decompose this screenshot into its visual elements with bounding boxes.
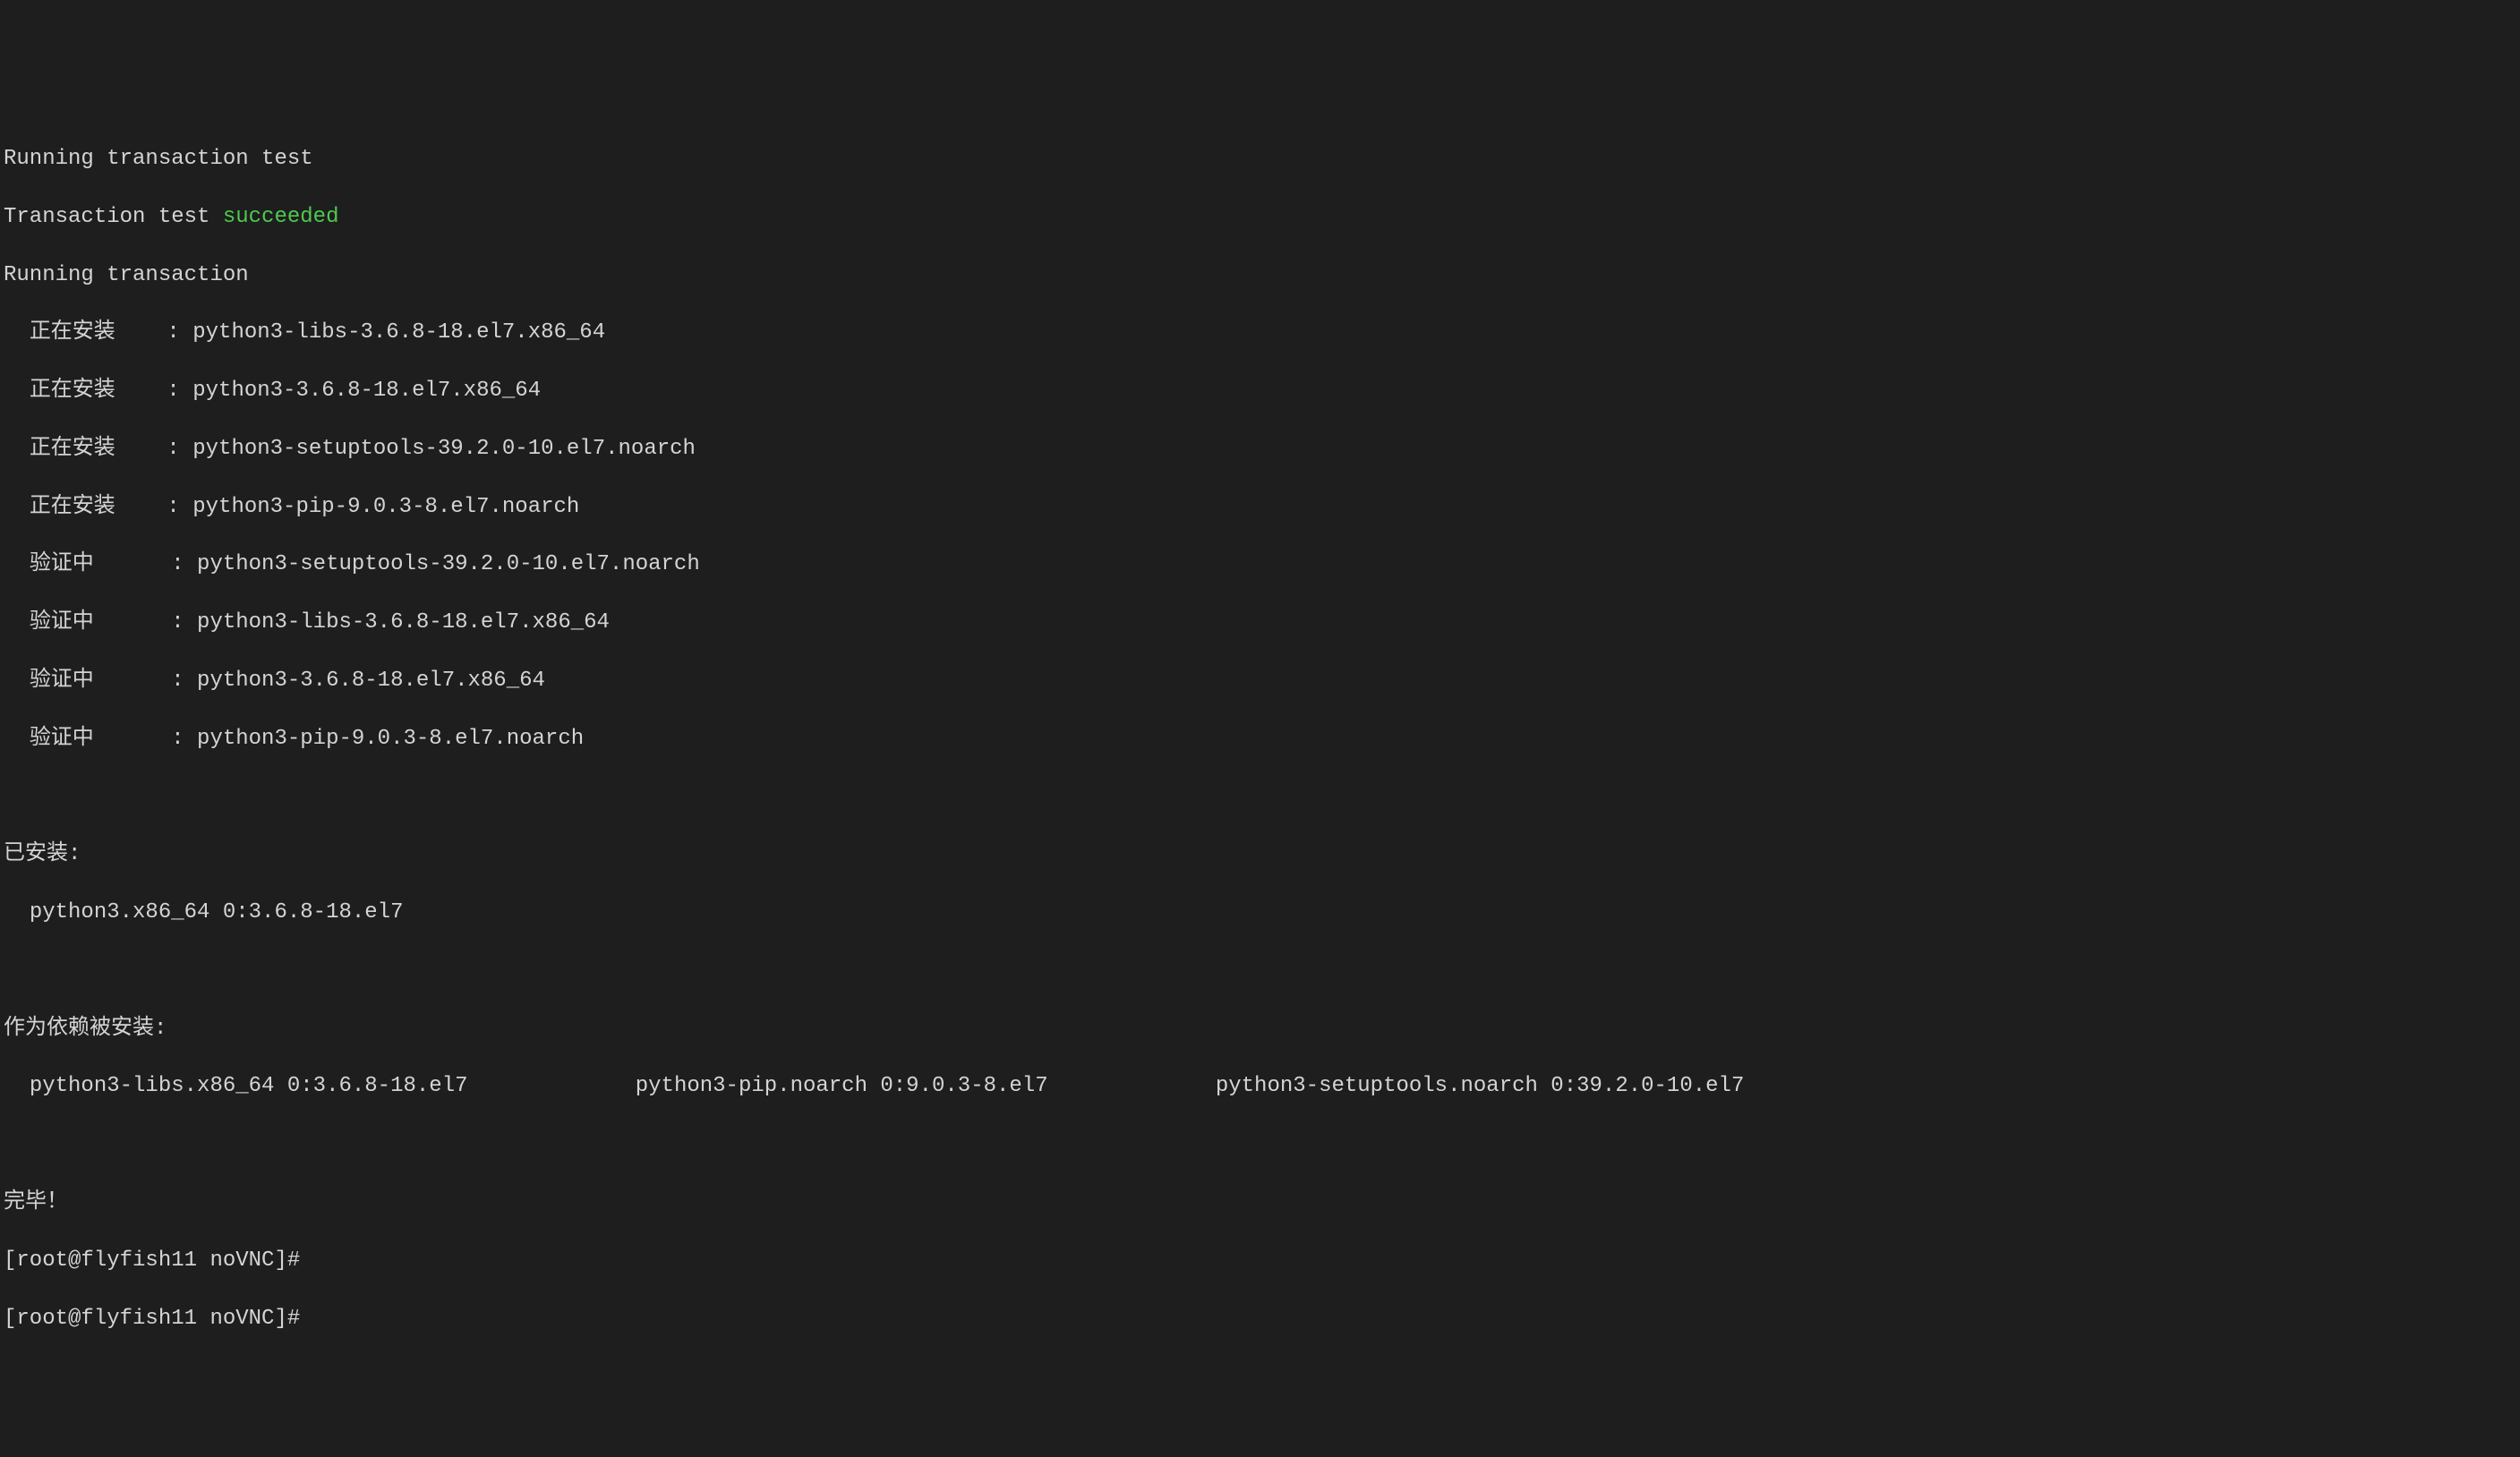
output-line: Transaction test succeeded xyxy=(4,203,2516,232)
package-name: python3-3.6.8-18.el7.x86_64 xyxy=(197,669,545,693)
package-name: python3-setuptools-39.2.0-10.el7.noarch xyxy=(192,437,696,461)
blank-line xyxy=(4,783,2516,812)
package-name: python3-libs.x86_64 0:3.6.8-18.el7 xyxy=(30,1074,468,1098)
action-label: 验证中 xyxy=(30,610,94,635)
action-label: 正在安装 xyxy=(30,320,115,345)
verify-line: 验证中 : python3-pip-9.0.3-8.el7.noarch xyxy=(4,725,2516,754)
action-label: 正在安装 xyxy=(30,379,115,403)
package-name: python3-pip-9.0.3-8.el7.noarch xyxy=(192,495,579,519)
installed-package: python3.x86_64 0:3.6.8-18.el7 xyxy=(4,899,2516,927)
shell-prompt[interactable]: [root@flyfish11 noVNC]# xyxy=(4,1247,2516,1275)
colon: : xyxy=(171,727,197,751)
package-name: python3-libs-3.6.8-18.el7.x86_64 xyxy=(192,320,605,345)
shell-prompt[interactable]: [root@flyfish11 noVNC]# xyxy=(4,1305,2516,1333)
installed-header: 已安装: xyxy=(4,840,2516,869)
install-line: 正在安装 : python3-pip-9.0.3-8.el7.noarch xyxy=(4,493,2516,522)
blank-line xyxy=(4,957,2516,985)
prompt-text: [root@flyfish11 noVNC]# xyxy=(4,1248,300,1273)
verify-line: 验证中 : python3-setuptools-39.2.0-10.el7.n… xyxy=(4,550,2516,579)
colon: : xyxy=(167,379,192,403)
action-label: 正在安装 xyxy=(30,437,115,461)
package-name: python3-pip-9.0.3-8.el7.noarch xyxy=(197,727,584,751)
action-label: 验证中 xyxy=(30,727,94,751)
install-line: 正在安装 : python3-libs-3.6.8-18.el7.x86_64 xyxy=(4,319,2516,347)
install-line: 正在安装 : python3-setuptools-39.2.0-10.el7.… xyxy=(4,435,2516,464)
action-label: 验证中 xyxy=(30,669,94,693)
status-succeeded: succeeded xyxy=(223,205,339,229)
output-line: Running transaction test xyxy=(4,145,2516,174)
colon: : xyxy=(171,610,197,635)
output-line: Running transaction xyxy=(4,261,2516,290)
package-name: python3-setuptools.noarch 0:39.2.0-10.el… xyxy=(1216,1074,1745,1098)
text: Transaction test xyxy=(4,205,223,229)
blank-line xyxy=(4,1130,2516,1159)
package-name: python3-setuptools-39.2.0-10.el7.noarch xyxy=(197,552,700,576)
prompt-text: [root@flyfish11 noVNC]# xyxy=(4,1307,300,1331)
colon: : xyxy=(167,320,192,345)
dependency-packages: python3-libs.x86_64 0:3.6.8-18.el7 pytho… xyxy=(4,1072,2516,1101)
action-label: 验证中 xyxy=(30,552,94,576)
colon: : xyxy=(171,552,197,576)
dependency-header: 作为依赖被安装: xyxy=(4,1015,2516,1044)
verify-line: 验证中 : python3-3.6.8-18.el7.x86_64 xyxy=(4,667,2516,695)
complete-message: 完毕！ xyxy=(4,1189,2516,1217)
action-label: 正在安装 xyxy=(30,495,115,519)
package-name: python3.x86_64 0:3.6.8-18.el7 xyxy=(30,900,404,924)
colon: : xyxy=(167,437,192,461)
verify-line: 验证中 : python3-libs-3.6.8-18.el7.x86_64 xyxy=(4,609,2516,637)
colon: : xyxy=(167,495,192,519)
install-line: 正在安装 : python3-3.6.8-18.el7.x86_64 xyxy=(4,377,2516,405)
package-name: python3-pip.noarch 0:9.0.3-8.el7 xyxy=(636,1074,1048,1098)
package-name: python3-3.6.8-18.el7.x86_64 xyxy=(192,379,541,403)
colon: : xyxy=(171,669,197,693)
terminal-output[interactable]: Running transaction test Transaction tes… xyxy=(0,116,2520,1363)
package-name: python3-libs-3.6.8-18.el7.x86_64 xyxy=(197,610,610,635)
